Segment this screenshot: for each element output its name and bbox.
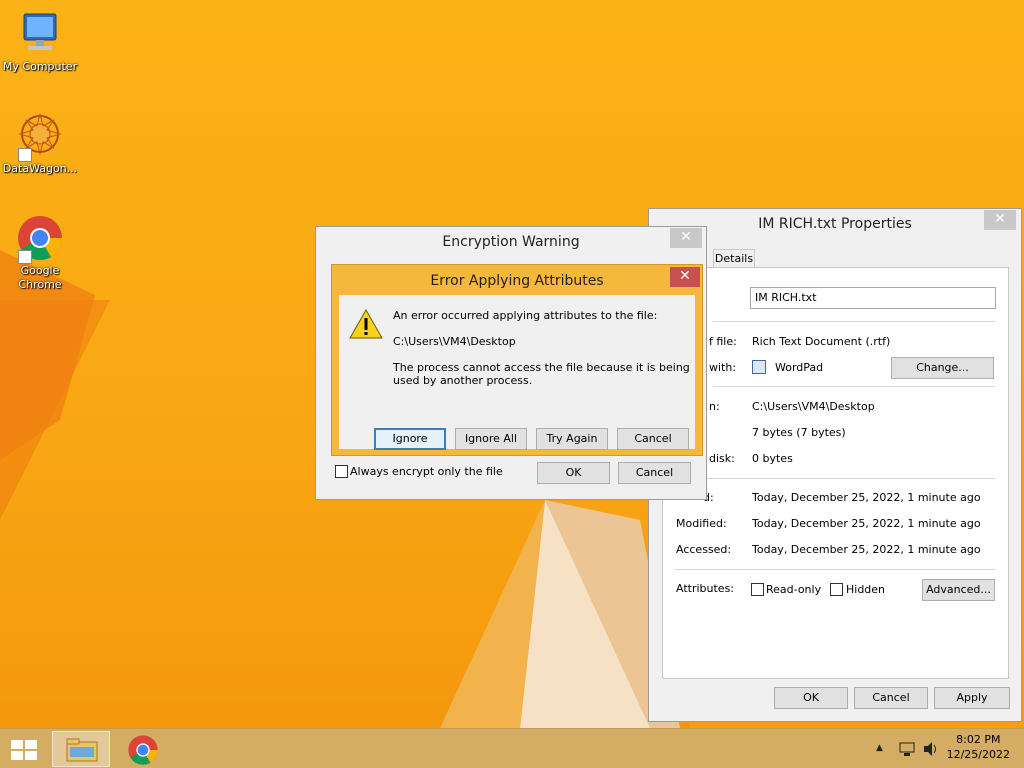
- readonly-label: Read-only: [766, 583, 822, 596]
- hidden-checkbox[interactable]: [830, 583, 843, 596]
- accessed-label: Accessed:: [676, 543, 732, 556]
- modified-value: Today, December 25, 2022, 1 minute ago: [752, 517, 981, 530]
- show-hidden-icons-button[interactable]: ▲: [876, 743, 883, 753]
- opens-with-value: WordPad: [775, 361, 824, 374]
- advanced-button[interactable]: Advanced...: [922, 579, 995, 601]
- location-label: n:: [709, 400, 720, 413]
- filename-input[interactable]: IM RICH.txt: [750, 287, 996, 309]
- warning-icon: [349, 309, 383, 339]
- accessed-value: Today, December 25, 2022, 1 minute ago: [752, 543, 981, 556]
- wordpad-icon: [752, 360, 766, 374]
- created-value: Today, December 25, 2022, 1 minute ago: [752, 491, 981, 504]
- error-path: C:\Users\VM4\Desktop: [393, 335, 516, 348]
- encryption-title: Encryption Warning: [442, 234, 580, 250]
- start-button[interactable]: [0, 731, 48, 767]
- ok-button-label: OK: [803, 691, 819, 704]
- windows-logo-icon: [11, 740, 37, 760]
- modified-label: Modified:: [676, 517, 727, 530]
- try-again-button[interactable]: Try Again: [536, 428, 608, 450]
- hidden-label: Hidden: [846, 583, 886, 596]
- close-icon: ✕: [994, 211, 1006, 227]
- desktop-icon-datawagon[interactable]: DataWagon...: [0, 112, 80, 176]
- encryption-close-button[interactable]: ✕: [670, 228, 702, 248]
- encryption-cancel-button[interactable]: Cancel: [618, 462, 691, 484]
- chrome-icon: [128, 735, 158, 765]
- error-message: An error occurred applying attributes to…: [393, 309, 658, 322]
- advanced-button-label: Advanced...: [926, 583, 991, 596]
- size-value: 7 bytes (7 bytes): [752, 426, 846, 439]
- change-button[interactable]: Change...: [891, 357, 994, 379]
- error-dialog: Error Applying Attributes ✕ An error occ…: [331, 264, 703, 456]
- error-body: An error occurred applying attributes to…: [339, 295, 695, 450]
- chrome-icon: [16, 214, 64, 264]
- type-label: f file:: [709, 335, 737, 348]
- cancel-button-label: Cancel: [872, 691, 910, 704]
- chevron-up-icon: ▲: [876, 743, 883, 753]
- opens-with-label: with:: [709, 361, 737, 374]
- computer-icon: [16, 10, 64, 58]
- shortcut-arrow-icon: [18, 250, 32, 264]
- clock-date: 12/25/2022: [946, 748, 1010, 761]
- encryption-titlebar[interactable]: Encryption Warning: [316, 227, 706, 257]
- apply-button-label: Apply: [956, 691, 988, 704]
- encryption-ok-button[interactable]: OK: [537, 462, 610, 484]
- change-button-label: Change...: [916, 361, 969, 374]
- properties-title: IM RICH.txt Properties: [758, 216, 912, 232]
- tab-details[interactable]: Details: [713, 249, 755, 269]
- divider: [675, 569, 995, 570]
- ignore-all-button[interactable]: Ignore All: [455, 428, 527, 450]
- close-icon: ✕: [679, 268, 691, 284]
- ok-button-label: OK: [565, 466, 582, 479]
- cancel-button-label: Cancel: [635, 466, 674, 479]
- apply-button[interactable]: Apply: [934, 687, 1010, 709]
- shortcut-arrow-icon: [18, 148, 32, 162]
- cancel-button-label: Cancel: [634, 432, 672, 445]
- network-icon[interactable]: [898, 741, 916, 757]
- always-encrypt-checkbox[interactable]: [335, 465, 348, 478]
- error-cancel-button[interactable]: Cancel: [617, 428, 689, 450]
- error-close-button[interactable]: ✕: [670, 267, 700, 287]
- volume-icon[interactable]: [922, 741, 940, 757]
- divider: [713, 321, 995, 322]
- desktop-icon-label: My Computer: [2, 60, 78, 73]
- always-encrypt-label: Always encrypt only the file: [350, 465, 503, 478]
- desktop-icon-label: DataWagon...: [2, 162, 78, 175]
- taskbar-file-explorer[interactable]: [52, 731, 110, 767]
- error-title: Error Applying Attributes: [430, 273, 604, 289]
- ignore-button-label: Ignore: [392, 432, 428, 445]
- divider: [713, 386, 995, 387]
- taskbar: ▲ 8:02 PM 12/25/2022: [0, 728, 1024, 768]
- readonly-checkbox[interactable]: [751, 583, 764, 596]
- tab-label: Details: [714, 252, 754, 265]
- properties-ok-button[interactable]: OK: [774, 687, 848, 709]
- properties-cancel-button[interactable]: Cancel: [854, 687, 928, 709]
- divider: [675, 478, 995, 479]
- attributes-label: Attributes:: [676, 582, 735, 595]
- type-value: Rich Text Document (.rtf): [752, 335, 891, 348]
- clock-time: 8:02 PM: [956, 733, 1001, 746]
- folder-icon: [66, 738, 98, 762]
- taskbar-chrome[interactable]: [114, 731, 172, 767]
- error-titlebar[interactable]: Error Applying Attributes: [332, 265, 702, 295]
- size-on-disk-label: disk:: [709, 452, 735, 465]
- try-again-button-label: Try Again: [546, 432, 598, 445]
- taskbar-clock[interactable]: 8:02 PM 12/25/2022: [947, 732, 1010, 762]
- desktop-icon-google-chrome[interactable]: Google Chrome: [0, 214, 80, 292]
- general-tab-panel: IM RICH.txt f file: Rich Text Document (…: [662, 267, 1009, 679]
- ignore-all-button-label: Ignore All: [464, 432, 518, 445]
- error-detail: The process cannot access the file becau…: [393, 361, 690, 387]
- properties-close-button[interactable]: ✕: [984, 210, 1016, 230]
- datawagon-icon: [16, 112, 64, 162]
- close-icon: ✕: [680, 229, 692, 245]
- size-on-disk-value: 0 bytes: [752, 452, 793, 465]
- filename-value: IM RICH.txt: [755, 291, 817, 304]
- location-value: C:\Users\VM4\Desktop: [752, 400, 875, 413]
- desktop-icon-my-computer[interactable]: My Computer: [0, 10, 80, 74]
- desktop-icon-label: Google Chrome: [18, 264, 62, 291]
- ignore-button[interactable]: Ignore: [374, 428, 446, 450]
